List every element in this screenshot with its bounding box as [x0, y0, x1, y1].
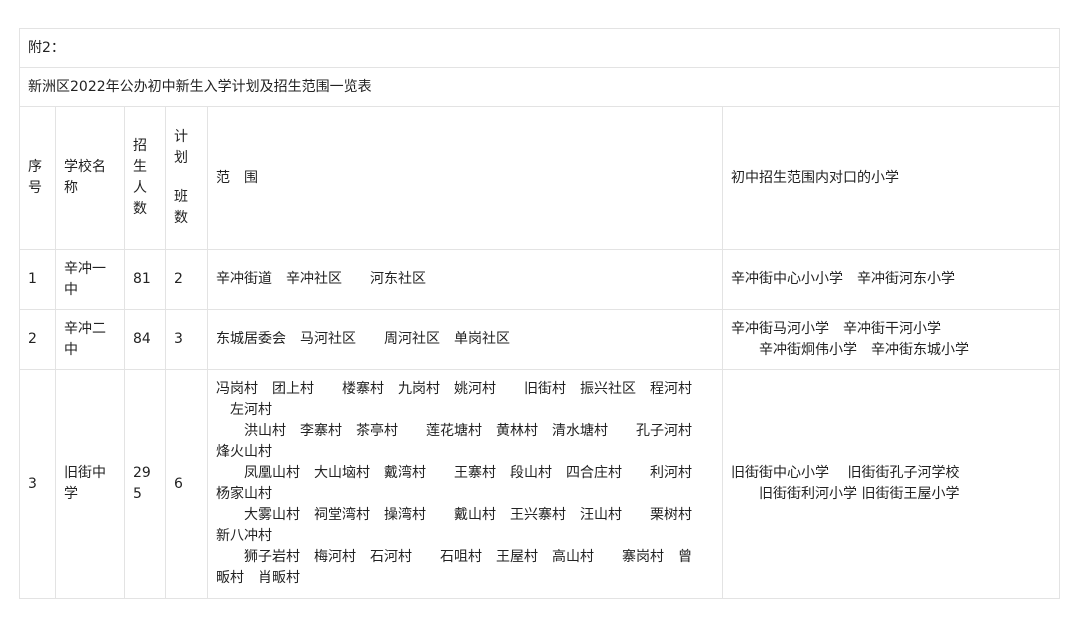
- scope-line: 畈村 肖畈村: [216, 570, 300, 586]
- header-classes-gap: [174, 169, 199, 187]
- scope-line: 洪山村 李寨村 茶亭村 莲花塘村 黄林村 清水塘村 孔子河村: [216, 423, 692, 439]
- row-school: 旧街中学: [55, 369, 125, 599]
- row-scope: 东城居委会 马河社区 周河社区 单岗社区: [207, 309, 723, 370]
- primary-line: 辛冲街马河小学 辛冲街干河小学: [731, 320, 941, 337]
- row-classes: 3: [165, 309, 208, 370]
- row-primary: 旧街街中心小学 旧街街孔子河学校 旧街街利河小学 旧街街王屋小学: [721, 369, 1061, 599]
- row-index: 1: [19, 249, 56, 310]
- scope-line: 新八冲村: [216, 528, 272, 544]
- header-scope: 范 围: [207, 106, 723, 250]
- row-enroll: 84: [124, 309, 166, 370]
- row-primary: 辛冲街马河小学 辛冲街干河小学 辛冲街炯伟小学 辛冲街东城小学: [721, 309, 1061, 370]
- row-scope: 辛冲街道 辛冲社区 河东社区: [207, 249, 723, 310]
- row-classes: 6: [165, 369, 208, 599]
- primary-line: 辛冲街中心小小学 辛冲街河东小学: [731, 271, 955, 287]
- scope-line: 杨家山村: [216, 486, 272, 502]
- scope-line: 东城居委会 马河社区 周河社区 单岗社区: [216, 331, 510, 347]
- header-school: 学校名称: [55, 106, 125, 250]
- appendix-label: 附2：: [18, 28, 1061, 68]
- row-school: 辛冲一中: [55, 249, 125, 310]
- header-enroll: 招生人数: [124, 106, 166, 250]
- row-primary: 辛冲街中心小小学 辛冲街河东小学: [721, 249, 1061, 310]
- header-classes-bottom: 班数: [174, 189, 188, 226]
- table-row: 3 旧街中学 295 6 冯岗村 团上村 楼寨村 九岗村 姚河村 旧街村 振兴社…: [19, 369, 1061, 599]
- scope-line: 冯岗村 团上村 楼寨村 九岗村 姚河村 旧街村 振兴社区 程河村: [216, 381, 692, 397]
- scope-line: 大雾山村 祠堂湾村 操湾村 戴山村 王兴寨村 汪山村 栗树村: [216, 507, 692, 523]
- column-header-row: 序号 学校名称 招生人数 计划 班数 范 围 初中招生范围内对口的小学: [19, 106, 1061, 250]
- header-primary: 初中招生范围内对口的小学: [721, 106, 1061, 250]
- header-index: 序号: [19, 106, 56, 250]
- table-title: 新洲区2022年公办初中新生入学计划及招生范围一览表: [18, 67, 1061, 107]
- header-classes: 计划 班数: [165, 106, 208, 250]
- table-row: 1 辛冲一中 81 2 辛冲街道 辛冲社区 河东社区 辛冲街中心小小学 辛冲街河…: [19, 249, 1061, 310]
- row-classes: 2: [165, 249, 208, 310]
- enrollment-table: 附2： 新洲区2022年公办初中新生入学计划及招生范围一览表 序号 学校名称 招…: [18, 28, 1061, 599]
- scope-line: 烽火山村: [216, 444, 272, 460]
- primary-line: 辛冲街炯伟小学 辛冲街东城小学: [731, 341, 969, 358]
- primary-line: 旧街街利河小学 旧街街王屋小学: [731, 486, 960, 502]
- appendix-row: 附2：: [18, 28, 1061, 68]
- primary-line: 旧街街中心小学 旧街街孔子河学校: [731, 465, 960, 481]
- row-index: 2: [19, 309, 56, 370]
- row-enroll: 81: [124, 249, 166, 310]
- row-scope: 冯岗村 团上村 楼寨村 九岗村 姚河村 旧街村 振兴社区 程河村 左河村 洪山村…: [207, 369, 723, 599]
- header-classes-top: 计划: [174, 129, 188, 166]
- row-enroll: 295: [124, 369, 166, 599]
- row-school: 辛冲二中: [55, 309, 125, 370]
- scope-line: 凤凰山村 大山垴村 戴湾村 王寨村 段山村 四合庄村 利河村: [216, 465, 692, 481]
- scope-line: 狮子岩村 梅河村 石河村 石咀村 王屋村 高山村 寨岗村 曾: [216, 549, 692, 565]
- title-row: 新洲区2022年公办初中新生入学计划及招生范围一览表: [18, 67, 1061, 107]
- scope-line: 辛冲街道 辛冲社区 河东社区: [216, 271, 426, 287]
- table-row: 2 辛冲二中 84 3 东城居委会 马河社区 周河社区 单岗社区 辛冲街马河小学…: [19, 309, 1061, 370]
- row-index: 3: [19, 369, 56, 599]
- scope-line: 左河村: [216, 402, 272, 418]
